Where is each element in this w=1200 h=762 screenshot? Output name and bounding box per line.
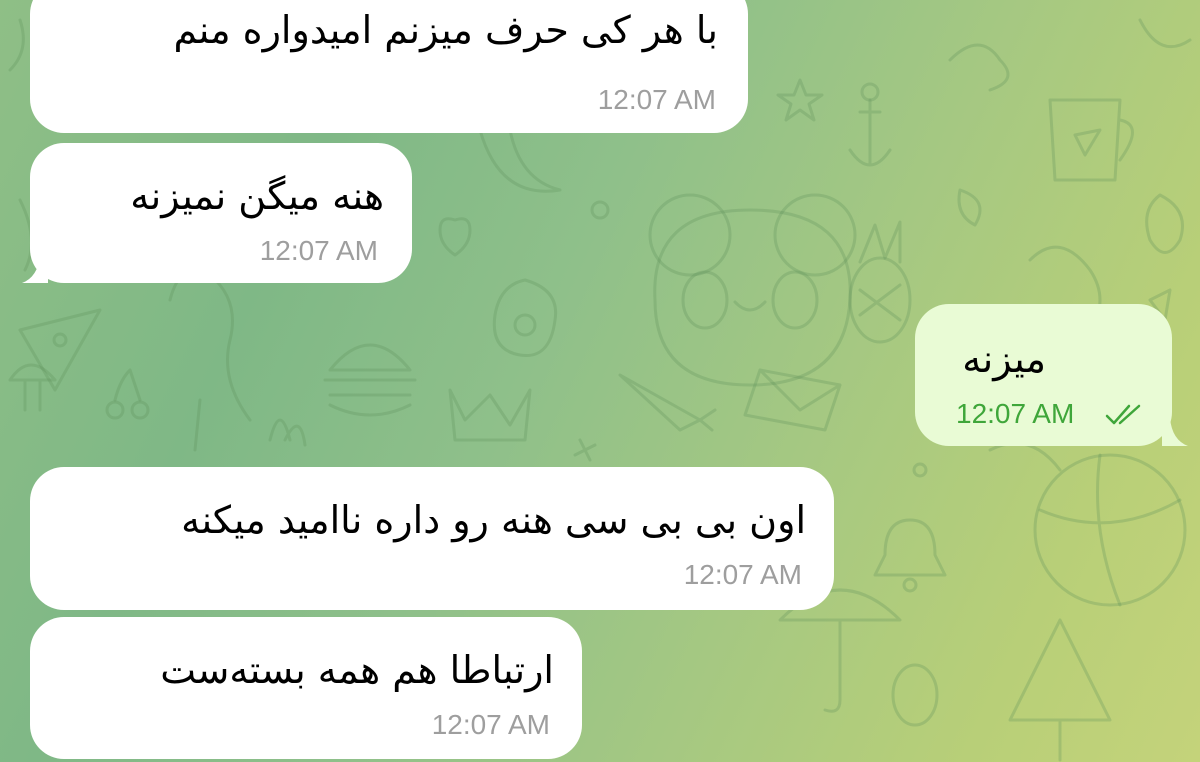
message-timestamp: 12:07 AM: [431, 709, 550, 740]
message-timestamp: 12:07 AM: [259, 235, 378, 266]
incoming-message-bubble[interactable]: ارتباطا هم همه بسته‌ست 12:07 AM: [30, 617, 582, 759]
incoming-message-bubble[interactable]: با هر کی حرف میزنم امیدواره منم 12:07 AM: [30, 0, 748, 133]
bubble-tail: [22, 255, 48, 283]
message-text: هنه میگن نمیزنه: [130, 174, 384, 218]
bubble-tail: [1162, 418, 1188, 446]
message-timestamp: 12:07 AM: [597, 84, 716, 115]
message-text: با هر کی حرف میزنم امیدواره منم: [173, 8, 718, 52]
outgoing-message-bubble[interactable]: میزنه 12:07 AM: [915, 304, 1172, 446]
message-text: میزنه: [962, 337, 1046, 381]
double-check-icon: [1105, 404, 1141, 425]
incoming-message-bubble[interactable]: اون بی بی سی هنه رو داره ناامید میکنه 12…: [30, 467, 834, 610]
message-timestamp: 12:07 AM: [956, 398, 1075, 429]
message-timestamp: 12:07 AM: [683, 559, 802, 590]
incoming-message-bubble[interactable]: هنه میگن نمیزنه 12:07 AM: [30, 143, 412, 283]
message-text: ارتباطا هم همه بسته‌ست: [160, 648, 554, 692]
chat-background: با هر کی حرف میزنم امیدواره منم 12:07 AM…: [0, 0, 1200, 762]
message-text: اون بی بی سی هنه رو داره ناامید میکنه: [181, 498, 806, 542]
